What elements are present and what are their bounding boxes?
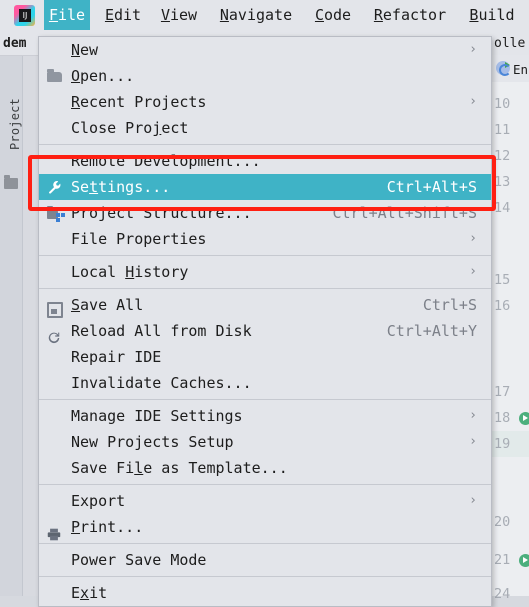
menu-item-label: Export [71, 492, 126, 510]
file-menu-dropdown[interactable]: New › Open... Recent Projects › Close Project… [38, 36, 492, 607]
menu-item-invalidate-caches[interactable]: Invalidate Caches... [39, 370, 491, 396]
project-structure-icon [47, 206, 60, 219]
menu-item-shortcut: Ctrl+Alt+Shift+S [332, 204, 478, 222]
menu-item-shortcut: Ctrl+Alt+Y [386, 322, 477, 340]
menu-item-settings[interactable]: Settings... Ctrl+Alt+S [39, 174, 491, 200]
intellij-idea-logo [14, 5, 35, 26]
menu-item-open[interactable]: Open... [39, 63, 491, 89]
chevron-right-icon: › [469, 42, 477, 57]
menubar-item-refactor[interactable]: Refactor [366, 0, 454, 30]
line-number: 24 [494, 586, 511, 602]
menu-item-new-projects-setup[interactable]: New Projects Setup › [39, 429, 491, 455]
line-number: 21 [494, 552, 511, 568]
chevron-right-icon: › [469, 94, 477, 109]
menubar-item-file[interactable]: File [44, 0, 90, 30]
menu-item-label: New [71, 41, 99, 59]
menu-separator [39, 543, 491, 544]
menu-item-label: Local History [71, 263, 189, 281]
project-tool-rail[interactable]: Project [0, 30, 23, 596]
menu-item-label: Invalidate Caches... [71, 374, 252, 392]
gutter-run-icon[interactable] [519, 554, 529, 567]
line-number: 10 [494, 96, 511, 112]
menu-item-shortcut: Ctrl+S [422, 296, 477, 314]
line-number: 17 [494, 384, 511, 400]
menu-item-exit[interactable]: Exit [39, 580, 491, 606]
reload-icon [47, 328, 61, 344]
menu-item-local-history[interactable]: Local History › [39, 259, 491, 285]
line-number: 15 [494, 272, 511, 288]
menu-separator [39, 288, 491, 289]
menubar-item-navigate[interactable]: Navigate [212, 0, 300, 30]
menu-item-label: Repair IDE [71, 348, 162, 366]
chevron-right-icon: › [469, 231, 477, 246]
menu-item-label: Remote Development... [71, 152, 261, 170]
breadcrumb-project[interactable]: dem [3, 36, 26, 51]
menu-item-reload-all-from-disk[interactable]: Reload All from Disk Ctrl+Alt+Y [39, 318, 491, 344]
menu-item-label: Open... [71, 67, 135, 85]
menu-item-project-structure[interactable]: Project Structure... Ctrl+Alt+Shift+S [39, 200, 491, 226]
menu-item-recent-projects[interactable]: Recent Projects › [39, 89, 491, 115]
menu-item-shortcut: Ctrl+Alt+S [386, 178, 477, 196]
line-number: 16 [494, 298, 511, 314]
menu-item-label: Reload All from Disk [71, 322, 252, 340]
menu-item-label: Power Save Mode [71, 551, 207, 569]
chevron-right-icon: › [469, 493, 477, 508]
menu-separator [39, 484, 491, 485]
menu-separator [39, 144, 491, 145]
folder-icon [47, 69, 62, 82]
menubar-item-build[interactable]: Build [464, 0, 520, 30]
menu-item-remote-development[interactable]: Remote Development... [39, 148, 491, 174]
line-number: 19 [494, 436, 511, 452]
wrench-icon [47, 180, 62, 194]
menu-item-label: File Properties [71, 230, 207, 248]
printer-icon [47, 524, 61, 541]
menu-bar: File Edit View Navigate Code Refactor Build [0, 0, 529, 30]
menu-item-file-properties[interactable]: File Properties › [39, 226, 491, 252]
breadcrumb-controller[interactable]: olle [494, 36, 525, 51]
class-run-icon [496, 61, 511, 76]
menu-item-print[interactable]: Print... [39, 514, 491, 541]
save-icon [47, 302, 63, 318]
menu-item-save-all[interactable]: Save All Ctrl+S [39, 292, 491, 318]
line-number: 14 [494, 200, 511, 216]
menu-item-close-project[interactable]: Close Project [39, 115, 491, 141]
menu-item-label: Project Structure... [71, 204, 252, 222]
menu-item-save-file-as-template[interactable]: Save File as Template... [39, 455, 491, 481]
menu-item-label: Manage IDE Settings [71, 407, 243, 425]
menu-item-label: Settings... [71, 178, 171, 196]
line-number: 12 [494, 148, 511, 164]
chevron-right-icon: › [469, 434, 477, 449]
menu-item-new[interactable]: New › [39, 37, 491, 63]
menu-item-label: Recent Projects [71, 93, 207, 111]
project-rail-label: Project [8, 98, 22, 150]
menubar-item-edit[interactable]: Edit [100, 0, 146, 30]
project-folder-icon [4, 175, 18, 189]
menu-item-export[interactable]: Export › [39, 488, 491, 514]
line-number: 13 [494, 174, 511, 190]
menu-separator [39, 576, 491, 577]
line-number: 20 [494, 514, 511, 530]
chevron-right-icon: › [469, 408, 477, 423]
gutter-run-icon[interactable] [519, 412, 529, 425]
menu-item-label: Save All [71, 296, 144, 314]
menu-item-label: Exit [71, 584, 108, 602]
menubar-item-code[interactable]: Code [310, 0, 356, 30]
menu-separator [39, 255, 491, 256]
menu-item-power-save-mode[interactable]: Power Save Mode [39, 547, 491, 573]
menu-item-label: Close Project [71, 119, 189, 137]
chevron-right-icon: › [469, 264, 477, 279]
menu-item-label: Save File as Template... [71, 459, 288, 477]
line-number: 11 [494, 122, 511, 138]
menubar-item-view[interactable]: View [156, 0, 202, 30]
editor-tab-label[interactable]: En [513, 62, 528, 77]
menu-item-manage-ide-settings[interactable]: Manage IDE Settings › [39, 403, 491, 429]
line-number: 18 [494, 410, 511, 426]
menu-item-label: Print... [71, 518, 144, 536]
menu-item-repair-ide[interactable]: Repair IDE [39, 344, 491, 370]
menu-item-label: New Projects Setup [71, 433, 234, 451]
menu-separator [39, 399, 491, 400]
